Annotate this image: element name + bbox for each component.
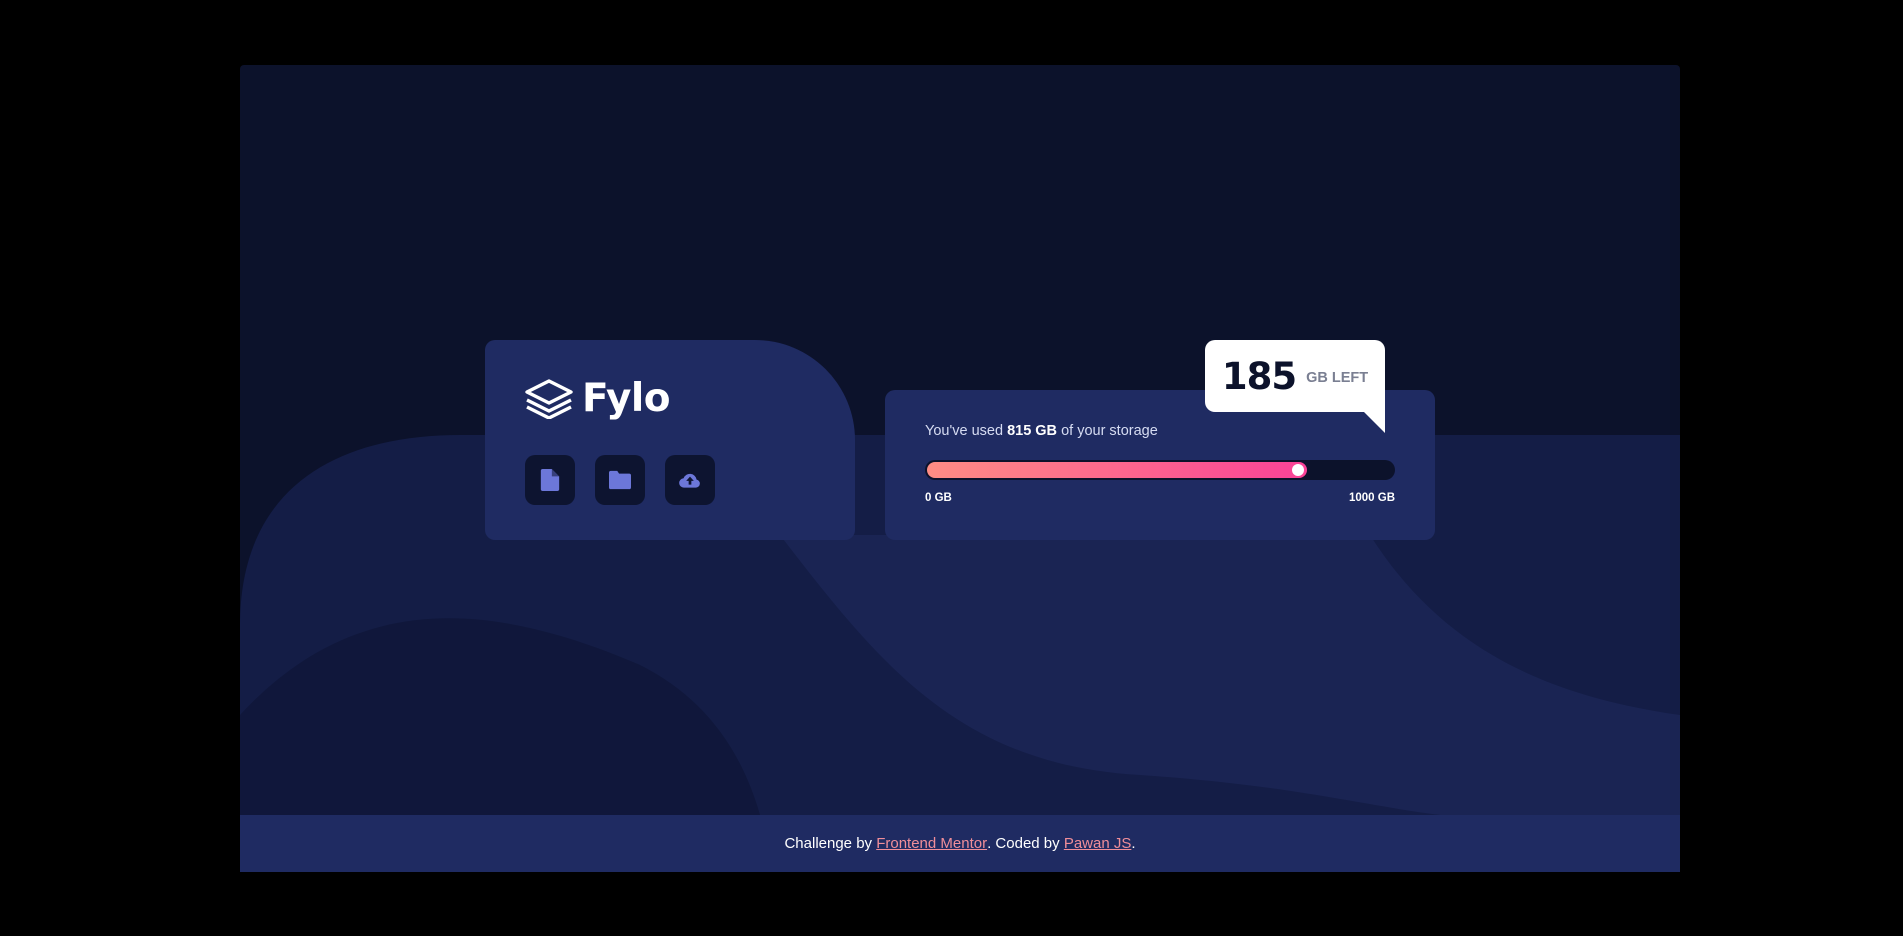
progress-knob (1292, 464, 1304, 476)
attribution-footer: Challenge by Frontend Mentor. Coded by P… (240, 815, 1680, 872)
folder-button[interactable] (595, 455, 645, 505)
folder-icon (609, 470, 631, 490)
author-link[interactable]: Pawan JS (1064, 835, 1132, 852)
scale-max-label: 1000 GB (1348, 492, 1395, 504)
frontend-mentor-link[interactable]: Frontend Mentor (876, 835, 987, 852)
storage-progress-bar (925, 460, 1395, 480)
scale-min-label: 0 GB (925, 492, 952, 504)
storage-card: You've used 815 GB of your storage 0 GB … (885, 390, 1435, 540)
upload-button[interactable] (665, 455, 715, 505)
document-button[interactable] (525, 455, 575, 505)
cloud-upload-icon (679, 473, 700, 488)
logo-card: Fylo (485, 340, 855, 540)
remaining-number: 185 (1221, 354, 1297, 398)
used-amount: 815 GB (1007, 423, 1058, 439)
remaining-storage-tooltip: 185 GB LEFT (1205, 340, 1385, 433)
usage-prefix: You've used (925, 423, 1004, 439)
app-frame: Fylo You've used 815 GB of your storage … (240, 65, 1680, 872)
fylo-logo: Fylo (525, 376, 671, 421)
storage-progress-fill (927, 462, 1307, 478)
usage-suffix: of your storage (1061, 423, 1158, 439)
footer-middle: . Coded by (987, 835, 1060, 852)
action-icons (525, 455, 715, 505)
document-icon (540, 469, 560, 491)
footer-prefix: Challenge by (784, 835, 873, 852)
remaining-unit: GB LEFT (1306, 370, 1369, 386)
brand-name: Fylo (582, 376, 671, 421)
footer-suffix: . (1131, 835, 1136, 852)
usage-text: You've used 815 GB of your storage (925, 423, 1158, 439)
stacked-layers-icon (525, 378, 573, 420)
